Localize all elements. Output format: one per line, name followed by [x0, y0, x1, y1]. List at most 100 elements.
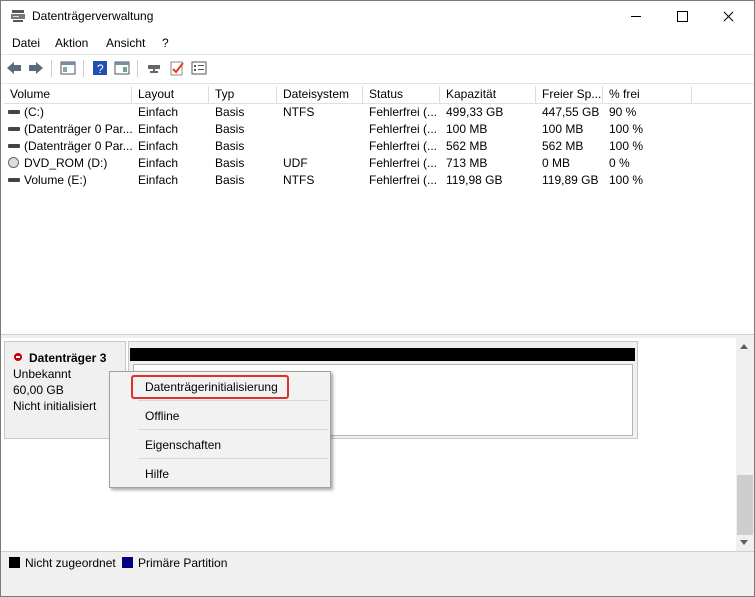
- cell-text: Volume (E:): [24, 173, 87, 187]
- column-header-volume[interactable]: Volume: [4, 86, 132, 103]
- legend-swatch-primary: [122, 557, 133, 568]
- cell-typ: Basis: [209, 104, 277, 121]
- cell-text: Fehlerfrei (...: [369, 139, 438, 153]
- context-menu-separator: [138, 458, 328, 459]
- cell-volume: Volume (E:): [4, 172, 132, 189]
- toolbar-separator: [83, 60, 84, 77]
- cell-text: 90 %: [609, 105, 637, 119]
- cell-volume: (Datenträger 0 Par...: [4, 121, 132, 138]
- cell-text: NTFS: [283, 105, 315, 119]
- cell-typ: Basis: [209, 155, 277, 172]
- cell-text: NTFS: [283, 173, 315, 187]
- menu-aktion[interactable]: Aktion: [55, 36, 88, 50]
- volume-list-header: Volume Layout Typ Dateisystem Status Kap…: [4, 86, 752, 104]
- column-header-prozent-frei[interactable]: % frei: [603, 86, 692, 103]
- cell-frei: 100 MB: [536, 121, 603, 138]
- disk-size: 60,00 GB: [13, 383, 64, 397]
- volume-icon: [8, 178, 20, 182]
- cell-text: 100 %: [609, 173, 644, 187]
- minimize-button[interactable]: [613, 1, 659, 32]
- cell-text: 562 MB: [446, 139, 488, 153]
- cell-layout: Einfach: [132, 121, 209, 138]
- cell-text: Fehlerfrei (...: [369, 105, 438, 119]
- cell-text: Fehlerfrei (...: [369, 122, 438, 136]
- cell-text: UDF: [283, 156, 308, 170]
- menu-item-help[interactable]: Hilfe: [145, 467, 169, 481]
- cell-text: (C:): [24, 105, 44, 119]
- action-pane-icon[interactable]: [114, 60, 130, 76]
- disk-type: Unbekannt: [13, 367, 72, 381]
- cell-typ: Basis: [209, 138, 277, 155]
- cell-text: (Datenträger 0 Par...: [24, 122, 132, 136]
- cell-kap: 119,98 GB: [440, 172, 536, 189]
- table-row[interactable]: Volume (E:) Einfach Basis NTFS Fehlerfrei (.…: [4, 172, 752, 189]
- connect-icon[interactable]: [146, 60, 162, 76]
- help-icon[interactable]: ?: [92, 60, 108, 76]
- cell-text: Einfach: [138, 173, 179, 187]
- column-header-layout[interactable]: Layout: [132, 86, 209, 103]
- cell-text: (Datenträger 0 Par...: [24, 139, 132, 153]
- menu-help[interactable]: ?: [162, 36, 169, 50]
- context-menu: Datenträgerinitialisierung Offline Eigen…: [109, 371, 331, 488]
- cell-kap: 100 MB: [440, 121, 536, 138]
- cell-layout: Einfach: [132, 104, 209, 121]
- cell-text: 0 MB: [542, 156, 571, 170]
- scroll-up-arrow-icon[interactable]: [740, 344, 748, 349]
- cell-status: Fehlerfrei (...: [363, 138, 440, 155]
- toolbar: ?: [1, 54, 754, 84]
- close-button[interactable]: [705, 1, 751, 32]
- table-row[interactable]: (C:) Einfach Basis NTFS Fehlerfrei (... 499,3…: [4, 104, 752, 121]
- column-header-freier-speicher[interactable]: Freier Sp...: [536, 86, 603, 103]
- cell-text: 100 MB: [446, 122, 488, 136]
- cell-text: 447,55 GB: [542, 105, 600, 119]
- menu-item-properties[interactable]: Eigenschaften: [145, 438, 221, 452]
- cell-fs: UDF: [277, 155, 363, 172]
- menu-item-offline[interactable]: Offline: [145, 409, 179, 423]
- scroll-thumb[interactable]: [737, 475, 753, 535]
- volume-icon: [8, 144, 20, 148]
- legend-label-primary: Primäre Partition: [138, 556, 228, 570]
- forward-arrow-icon[interactable]: [28, 60, 44, 76]
- cell-frei: 562 MB: [536, 138, 603, 155]
- cell-layout: Einfach: [132, 172, 209, 189]
- toolbar-separator: [51, 60, 52, 77]
- cell-fs: [277, 138, 363, 155]
- properties-icon[interactable]: [191, 60, 207, 76]
- column-header-typ[interactable]: Typ: [209, 86, 277, 103]
- table-row[interactable]: (Datenträger 0 Par... Einfach Basis Fehlerf…: [4, 121, 752, 138]
- cell-pct: 100 %: [603, 121, 692, 138]
- legend-swatch-unallocated: [9, 557, 20, 568]
- cell-text: 100 %: [609, 122, 644, 136]
- check-icon[interactable]: [169, 60, 185, 76]
- cell-kap: 713 MB: [440, 155, 536, 172]
- menu-item-initialize-disk[interactable]: Datenträgerinitialisierung: [145, 380, 278, 394]
- scroll-down-arrow-icon[interactable]: [740, 540, 748, 545]
- table-row[interactable]: (Datenträger 0 Par... Einfach Basis Fehlerf…: [4, 138, 752, 155]
- context-menu-separator: [138, 400, 328, 401]
- cell-status: Fehlerfrei (...: [363, 172, 440, 189]
- cell-status: Fehlerfrei (...: [363, 121, 440, 138]
- cell-text: 0 %: [609, 156, 630, 170]
- vertical-scrollbar[interactable]: [736, 338, 754, 551]
- menu-bar: Datei Aktion Ansicht ?: [1, 32, 754, 54]
- cell-text: Basis: [215, 156, 245, 170]
- cell-fs: [277, 121, 363, 138]
- column-header-status[interactable]: Status: [363, 86, 440, 103]
- menu-datei[interactable]: Datei: [12, 36, 40, 50]
- disk-3-label-box[interactable]: Datenträger 3 Unbekannt 60,00 GB Nicht i…: [4, 341, 126, 439]
- maximize-button[interactable]: [659, 1, 705, 32]
- volume-icon: [8, 110, 20, 114]
- disk-management-window: Datenträgerverwaltung Datei Aktion Ansic…: [0, 0, 755, 597]
- column-header-dateisystem[interactable]: Dateisystem: [277, 86, 363, 103]
- cell-text: 119,89 GB: [542, 173, 599, 187]
- column-header-kapazitaet[interactable]: Kapazität: [440, 86, 536, 103]
- back-arrow-icon[interactable]: [6, 60, 22, 76]
- disk-state: Nicht initialisiert: [13, 399, 97, 413]
- table-row[interactable]: DVD_ROM (D:) Einfach Basis UDF Fehlerfrei (.…: [4, 155, 752, 172]
- cell-text: 713 MB: [446, 156, 488, 170]
- cell-kap: 499,33 GB: [440, 104, 536, 121]
- console-tree-icon[interactable]: [60, 60, 76, 76]
- cell-layout: Einfach: [132, 155, 209, 172]
- cell-fs: NTFS: [277, 104, 363, 121]
- menu-ansicht[interactable]: Ansicht: [106, 36, 145, 50]
